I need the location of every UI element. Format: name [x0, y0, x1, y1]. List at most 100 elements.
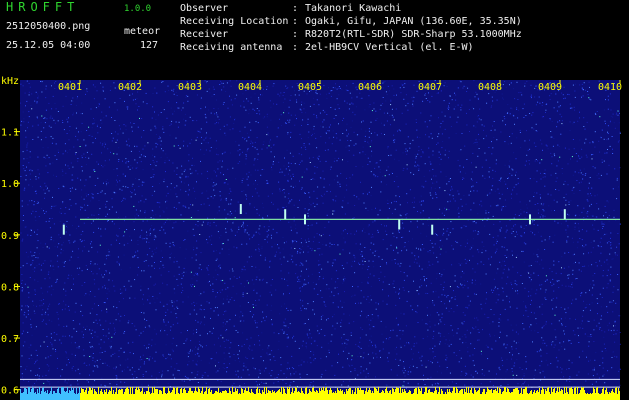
noise-speck: [423, 217, 425, 219]
noise-speck: [607, 108, 609, 110]
noise-speck: [480, 303, 482, 305]
noise-speck: [407, 202, 408, 204]
noise-speck: [25, 251, 27, 253]
header-panel: HROFFT 1.0.0 2512050400.png meteor 25.12…: [0, 0, 629, 74]
noise-speck: [292, 242, 294, 244]
noise-speck: [45, 221, 47, 223]
noise-speck: [280, 270, 282, 272]
noise-speck: [448, 181, 450, 183]
noise-speck: [48, 190, 50, 192]
noise-speck: [604, 331, 606, 333]
noise-speck: [545, 112, 546, 113]
noise-speck: [207, 375, 209, 377]
noise-speck: [261, 246, 263, 248]
noise-speck: [413, 343, 415, 345]
noise-speck: [114, 352, 116, 354]
noise-speck: [90, 241, 92, 243]
noise-speck: [165, 315, 167, 316]
noise-speck: [387, 146, 389, 148]
noise-speck: [587, 320, 589, 322]
noise-speck: [279, 171, 281, 173]
noise-speck: [147, 384, 149, 386]
noise-speck: [122, 173, 124, 175]
noise-speck: [239, 149, 241, 151]
noise-speck: [271, 169, 273, 171]
noise-speck: [120, 387, 122, 389]
noise-speck: [152, 93, 154, 94]
noise-speck: [325, 244, 327, 246]
noise-speck: [527, 316, 529, 317]
noise-speck: [384, 225, 385, 227]
noise-speck: [333, 136, 335, 138]
noise-speck: [330, 340, 332, 342]
noise-speck: [229, 363, 231, 365]
noise-speck: [403, 86, 405, 88]
noise-speck: [610, 330, 612, 332]
noise-speck: [426, 126, 428, 128]
noise-speck: [386, 384, 388, 386]
noise-speck: [603, 224, 605, 225]
noise-speck: [259, 372, 261, 374]
noise-speck: [107, 288, 109, 290]
noise-speck: [367, 372, 369, 374]
noise-speck: [508, 166, 510, 168]
noise-speck: [152, 176, 154, 178]
noise-speck: [244, 138, 245, 140]
noise-speck: [536, 289, 538, 291]
noise-speck: [332, 262, 334, 264]
noise-speck: [50, 207, 52, 209]
noise-speck: [429, 265, 431, 266]
noise-speck: [377, 229, 379, 231]
noise-speck: [176, 306, 178, 308]
noise-speck: [277, 381, 279, 383]
noise-speck: [258, 250, 260, 252]
noise-speck: [25, 174, 27, 176]
noise-speck: [215, 371, 217, 373]
noise-speck: [86, 195, 87, 197]
noise-speck: [108, 208, 110, 210]
noise-speck: [337, 362, 339, 364]
noise-speck: [423, 175, 425, 177]
noise-speck: [480, 200, 482, 202]
noise-speck: [57, 381, 59, 383]
noise-speck: [542, 102, 544, 104]
noise-speck: [143, 345, 145, 347]
noise-speck: [81, 207, 83, 209]
noise-speck: [67, 152, 69, 154]
noise-speck: [27, 142, 29, 144]
noise-speck: [519, 129, 521, 131]
noise-speck: [370, 335, 372, 337]
noise-speck: [519, 132, 521, 133]
noise-speck: [526, 207, 528, 209]
noise-speck: [420, 195, 422, 197]
noise-speck: [129, 94, 131, 96]
noise-speck: [481, 249, 483, 251]
noise-speck: [348, 145, 350, 147]
noise-speck: [612, 351, 614, 353]
noise-speck: [513, 340, 515, 342]
noise-speck: [341, 306, 343, 308]
noise-speck: [283, 109, 285, 111]
noise-speck: [457, 104, 459, 106]
noise-speck: [259, 279, 261, 281]
noise-speck: [492, 385, 494, 387]
noise-speck: [340, 325, 342, 327]
noise-speck: [68, 305, 70, 307]
noise-speck: [386, 303, 388, 305]
noise-speck: [74, 356, 76, 358]
noise-speck: [56, 367, 58, 369]
noise-speck: [470, 374, 472, 376]
noise-speck: [166, 186, 168, 188]
noise-speck: [612, 300, 614, 302]
noise-speck: [53, 269, 55, 271]
noise-speck: [301, 104, 302, 106]
noise-speck: [312, 301, 314, 303]
noise-speck: [65, 150, 67, 152]
noise-speck: [170, 107, 172, 109]
noise-speck: [301, 187, 303, 189]
noise-speck: [252, 145, 254, 147]
noise-speck: [304, 323, 306, 324]
noise-speck: [260, 356, 262, 358]
noise-speck: [545, 144, 547, 146]
noise-speck: [68, 240, 70, 242]
